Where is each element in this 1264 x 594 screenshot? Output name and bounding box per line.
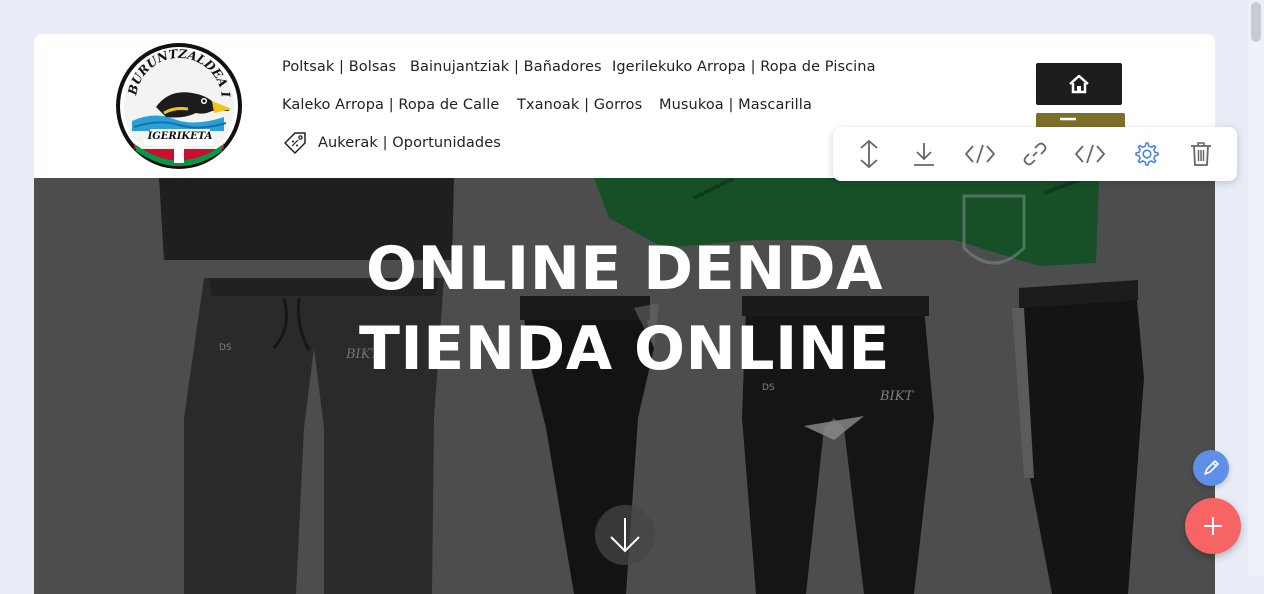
club-logo[interactable]: BURUNTZALDEA IKT IGERIKETA [114,41,244,171]
website-preview: BURUNTZALDEA IKT IGERIKETA Poltsak | Bol… [34,34,1215,594]
scroll-down-button[interactable] [595,505,655,565]
home-icon [1069,74,1089,94]
pencil-icon [1204,460,1219,475]
code-icon [1075,144,1106,164]
move-block-button[interactable] [847,132,891,176]
nav-link-pool-clothing[interactable]: Igerilekuko Arropa | Ropa de Piscina [612,59,876,75]
price-tag-icon [284,132,306,154]
scrollbar-thumb[interactable] [1251,2,1261,42]
hero-title-line-2: TIENDA ONLINE [358,314,891,384]
plus-icon [1204,517,1222,535]
trash-icon [1191,142,1212,166]
hero-banner: BIKT DS BIKT DS ONLINE DENDA TIENDA ONLI… [34,178,1215,594]
nav-link-offers[interactable]: Aukerak | Oportunidades [282,130,501,156]
delete-block-button[interactable] [1179,132,1223,176]
block-toolbar [833,127,1237,181]
code-icon [964,144,995,164]
home-button[interactable] [1036,63,1122,105]
link-icon [1023,142,1047,166]
cart-icon [1060,117,1076,121]
logo-bottom-text: IGERIKETA [147,131,213,142]
nav-link-caps[interactable]: Txanoak | Gorros [517,97,642,113]
download-icon [914,143,935,166]
code-button[interactable] [958,132,1002,176]
nav-link-swimsuits[interactable]: Bainujantziak | Bañadores [410,59,602,75]
link-button[interactable] [1013,132,1057,176]
download-button[interactable] [902,132,946,176]
nav-link-masks[interactable]: Musukoa | Mascarilla [659,97,812,113]
add-block-button[interactable] [1185,498,1241,554]
embed-code-button[interactable] [1068,132,1112,176]
nav-link-bags[interactable]: Poltsak | Bolsas [282,59,396,75]
nav-link-offers-label: Aukerak | Oportunidades [318,135,501,151]
arrow-down-icon [610,518,640,553]
page-scrollbar[interactable] [1248,0,1264,576]
move-vertical-icon [860,139,878,169]
edit-design-button[interactable] [1193,450,1229,486]
gear-icon [1135,142,1159,166]
settings-button[interactable] [1124,132,1168,176]
hero-title-line-1: ONLINE DENDA [365,234,884,304]
nav-link-street-clothing[interactable]: Kaleko Arropa | Ropa de Calle [282,97,499,113]
